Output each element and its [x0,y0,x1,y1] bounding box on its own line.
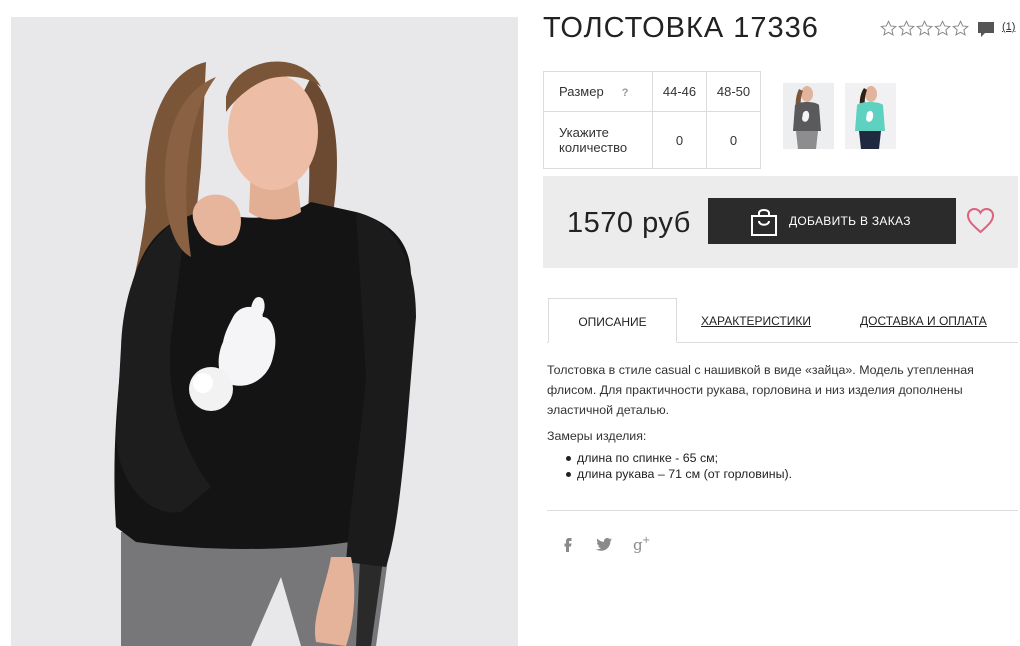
rating-stars[interactable] [880,20,969,37]
review-count-link[interactable]: (1) [1002,21,1015,33]
add-to-order-label: ДОБАВИТЬ В ЗАКАЗ [789,214,911,228]
size-help-icon[interactable]: ? [622,87,629,99]
facebook-icon[interactable] [558,534,578,554]
product-description: Толстовка в стиле casual с нашивкой в ви… [547,363,974,417]
star-icon[interactable] [952,20,969,37]
shopping-bag-icon [751,209,777,236]
price-box: 1570 руб ДОБАВИТЬ В ЗАКАЗ [543,176,1018,268]
twitter-icon[interactable] [594,534,614,554]
svg-text:+: + [642,535,650,546]
measures-title: Замеры изделия: [547,429,647,443]
size-label-cell: Размер? [543,71,653,112]
tab-description[interactable]: ОПИСАНИЕ [548,298,677,343]
product-photo[interactable] [11,17,518,646]
quantity-input[interactable]: 0 [652,111,707,169]
star-icon[interactable] [934,20,951,37]
tab-characteristics[interactable]: ХАРАКТЕРИСТИКИ [701,314,811,328]
size-option: 48-50 [706,71,761,112]
thumbnail-gray-sweatshirt[interactable] [783,83,834,149]
price: 1570 руб [567,207,691,239]
product-photo-illustration [11,17,518,646]
quantity-label-cell: Укажите количество [543,111,653,169]
quantity-label-line1: Укажите [559,125,609,140]
list-item: длина рукава – 71 см (от горловины). [565,467,793,481]
star-icon[interactable] [916,20,933,37]
quantity-label-line2: количество [559,140,628,155]
add-to-order-button[interactable]: ДОБАВИТЬ В ЗАКАЗ [708,198,956,244]
size-row: Размер? 44-46 48-50 [543,71,761,112]
heart-icon[interactable] [966,207,995,234]
thumbnail-image [845,83,896,149]
quantity-row: Укажите количество 0 0 [543,111,761,169]
measures-list: длина по спинке - 65 см; длина рукава – … [565,450,793,482]
product-title: ТОЛСТОВКА 17336 [543,12,819,44]
thumbnail-mint-sweatshirt[interactable] [845,83,896,149]
comment-icon[interactable] [977,21,995,38]
size-label: Размер [559,84,604,99]
quantity-input[interactable]: 0 [706,111,761,169]
star-icon[interactable] [880,20,897,37]
google-plus-icon[interactable]: g + [632,534,652,554]
star-icon[interactable] [898,20,915,37]
list-item: длина по спинке - 65 см; [565,450,792,466]
size-table: Размер? 44-46 48-50 Укажите количество 0… [543,71,761,169]
divider [547,510,1018,511]
size-option: 44-46 [652,71,707,112]
tab-delivery-payment[interactable]: ДОСТАВКА И ОПЛАТА [860,314,987,328]
thumbnail-image [783,83,834,149]
